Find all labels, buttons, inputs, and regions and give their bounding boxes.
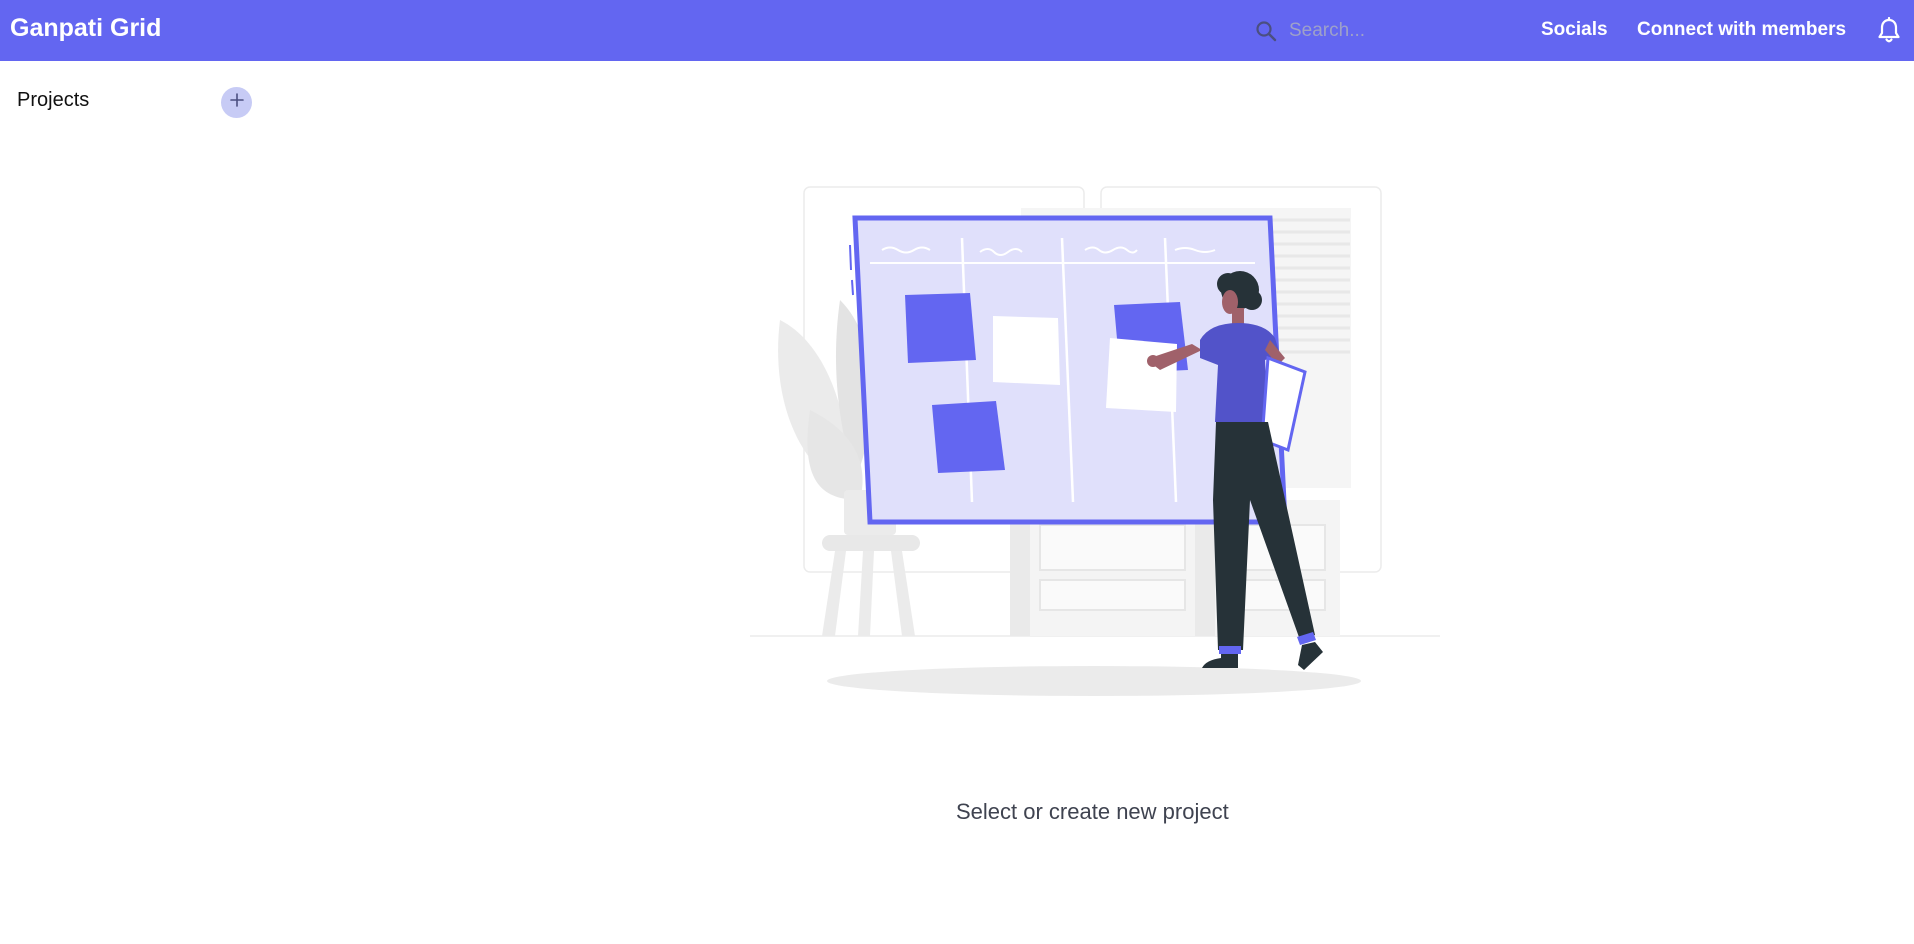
empty-state-message: Select or create new project — [956, 799, 1229, 824]
bell-icon[interactable] — [1876, 16, 1902, 45]
search-icon — [1255, 20, 1277, 42]
search-box[interactable] — [1253, 14, 1513, 48]
kanban-board-illustration — [740, 180, 1440, 710]
top-nav-bar: Ganpati Grid Socials Connect with member… — [0, 0, 1914, 61]
projects-heading: Projects — [17, 89, 90, 111]
add-project-button[interactable] — [221, 87, 252, 118]
app-brand[interactable]: Ganpati Grid — [10, 14, 161, 43]
plus-icon — [229, 92, 245, 113]
nav-connect-link[interactable]: Connect with members — [1637, 19, 1846, 41]
sidebar: Projects — [0, 61, 260, 944]
nav-socials-link[interactable]: Socials — [1541, 19, 1608, 41]
search-input[interactable] — [1287, 19, 1507, 43]
